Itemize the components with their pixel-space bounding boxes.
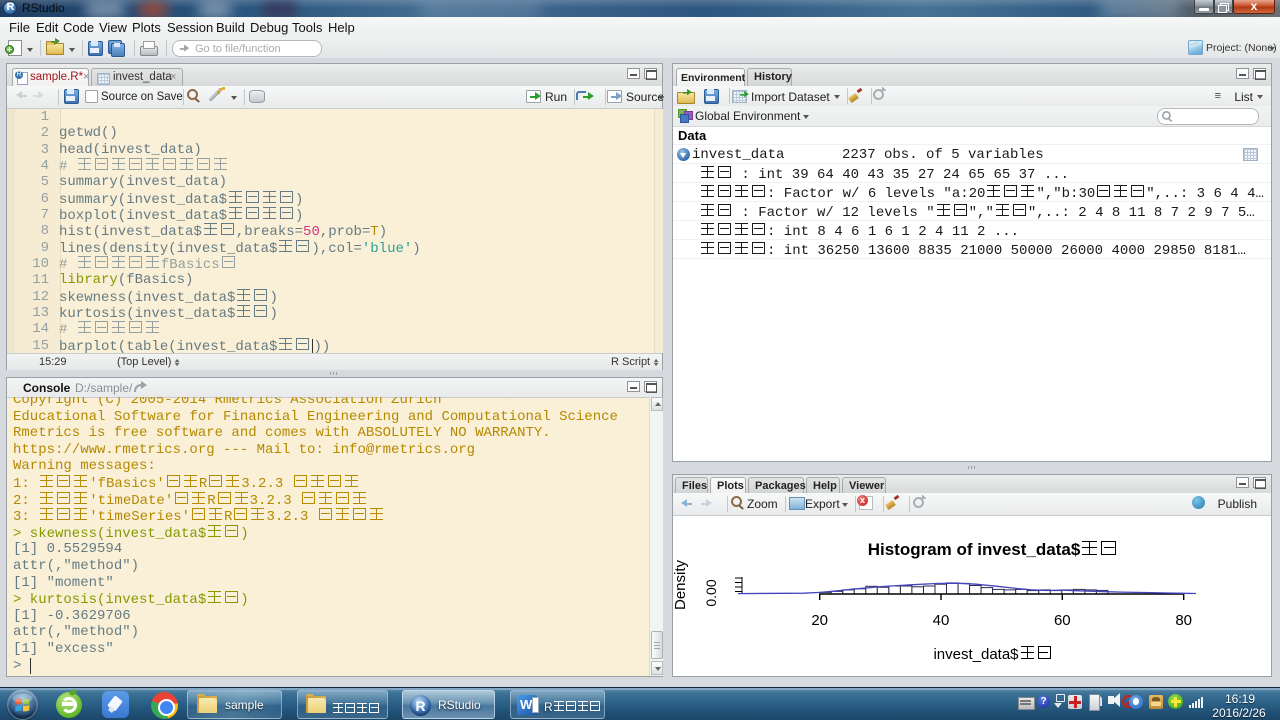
svg-text:60: 60: [1054, 612, 1071, 629]
svg-text:40: 40: [933, 612, 950, 629]
svg-text:0.00: 0.00: [703, 579, 719, 606]
svg-text:Density: Density: [674, 559, 689, 610]
svg-text:20: 20: [811, 612, 828, 629]
svg-text:80: 80: [1175, 612, 1192, 629]
